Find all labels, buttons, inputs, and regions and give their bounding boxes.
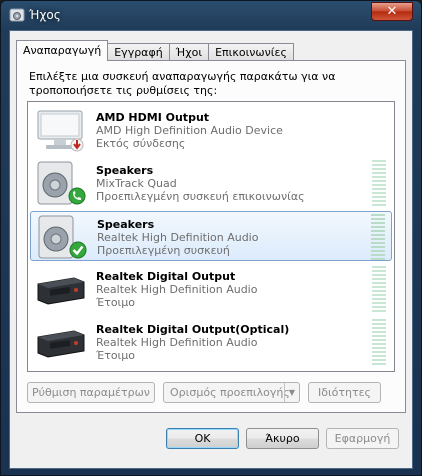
- device-description: MixTrack Quad: [96, 177, 177, 190]
- volume-meter: [371, 214, 385, 260]
- device-item-realtek-digital-output-optical[interactable]: Realtek Digital Output(Optical) Realtek …: [30, 317, 392, 367]
- volume-meter: [372, 160, 386, 206]
- close-icon: ✕: [386, 4, 398, 19]
- speaker-icon: [37, 161, 86, 205]
- device-item-speakers-realtek[interactable]: Speakers Realtek High Definition Audio Π…: [30, 211, 392, 261]
- device-status: Έτοιμο: [96, 296, 136, 309]
- device-name: Realtek Digital Output: [96, 270, 236, 283]
- chevron-down-icon[interactable]: ▼: [284, 383, 299, 402]
- digital-output-icon: [37, 330, 85, 358]
- tab-sounds[interactable]: Ήχοι: [168, 43, 210, 61]
- phone-badge-icon: [68, 187, 86, 205]
- disconnected-arrow-icon: [70, 138, 84, 152]
- device-name: Speakers: [96, 164, 154, 177]
- device-status: Εκτός σύνδεσης: [96, 137, 186, 150]
- speaker-icon: [38, 215, 87, 259]
- cancel-button[interactable]: Άκυρο: [246, 428, 319, 449]
- set-default-button[interactable]: Ορισμός προεπιλογής ▼: [163, 382, 300, 403]
- tab-recording[interactable]: Εγγραφή: [107, 43, 170, 61]
- monitor-icon: [37, 110, 84, 152]
- apply-button[interactable]: Εφαρμογή: [326, 428, 399, 449]
- instructions-text: Επιλέξτε μια συσκευή αναπαραγωγής παρακά…: [29, 70, 336, 97]
- device-item-speakers-mixtrack[interactable]: Speakers MixTrack Quad Προεπιλεγμένη συσ…: [30, 158, 392, 208]
- tab-strip: Αναπαραγωγή Εγγραφή Ήχοι Επικοινωνίες: [16, 40, 294, 61]
- ok-button[interactable]: OK: [166, 428, 239, 449]
- dialog-body: Αναπαραγωγή Εγγραφή Ήχοι Επικοινωνίες Επ…: [9, 30, 413, 469]
- device-description: AMD High Definition Audio Device: [96, 124, 283, 137]
- speaker-app-icon: [9, 8, 25, 22]
- volume-meter: [372, 266, 386, 312]
- tab-communications[interactable]: Επικοινωνίες: [208, 43, 294, 61]
- device-description: Realtek High Definition Audio: [96, 283, 258, 296]
- volume-meter: [372, 319, 386, 365]
- device-name: AMD HDMI Output: [96, 111, 210, 124]
- device-description: Realtek High Definition Audio: [96, 336, 258, 349]
- set-default-label: Ορισμός προεπιλογής: [170, 386, 290, 399]
- properties-button[interactable]: Ιδιότητες: [308, 382, 381, 403]
- tab-playback[interactable]: Αναπαραγωγή: [16, 40, 109, 61]
- configure-button[interactable]: Ρύθμιση παραμέτρων: [27, 382, 155, 403]
- device-status: Προεπιλεγμένη συσκευή: [97, 244, 230, 257]
- sound-window: Ήχος ✕ Αναπαραγωγή Εγγραφή Ήχοι Επικοινω…: [0, 0, 422, 476]
- device-status: Προεπιλεγμένη συσκευή επικοινωνίας: [96, 190, 305, 203]
- title-bar[interactable]: Ήχος ✕: [1, 1, 421, 29]
- digital-output-icon: [37, 277, 85, 305]
- device-name: Speakers: [97, 218, 155, 231]
- device-name: Realtek Digital Output(Optical): [96, 323, 290, 336]
- device-list[interactable]: AMD HDMI Output AMD High Definition Audi…: [27, 101, 395, 372]
- close-button[interactable]: ✕: [371, 2, 413, 21]
- device-item-realtek-digital-output[interactable]: Realtek Digital Output Realtek High Defi…: [30, 264, 392, 314]
- checkmark-badge-icon: [69, 241, 87, 259]
- device-status: Έτοιμο: [96, 349, 136, 362]
- playback-panel: Επιλέξτε μια συσκευή αναπαραγωγής παρακά…: [16, 60, 406, 413]
- device-item-amd-hdmi-output[interactable]: AMD HDMI Output AMD High Definition Audi…: [30, 105, 392, 155]
- window-title: Ήχος: [29, 8, 61, 22]
- device-description: Realtek High Definition Audio: [97, 231, 259, 244]
